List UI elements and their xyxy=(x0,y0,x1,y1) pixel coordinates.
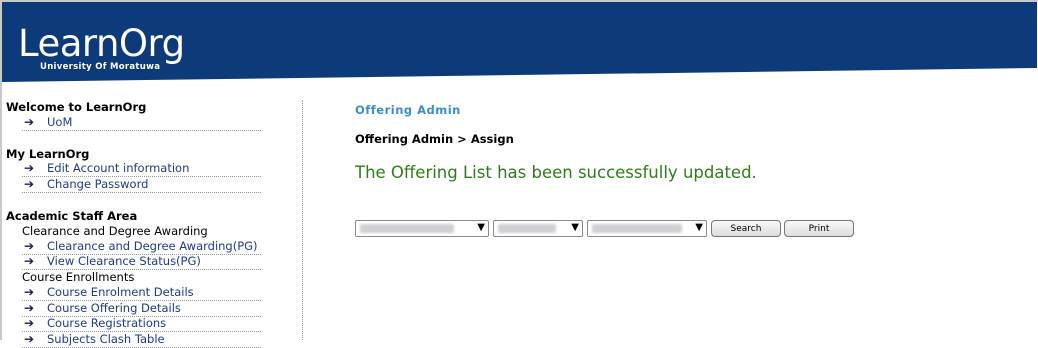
sidebar-group-enrollments: Course Enrollments xyxy=(22,270,135,284)
print-button[interactable]: Print xyxy=(784,220,854,237)
sidebar-link[interactable]: Course Registrations xyxy=(47,316,166,331)
sidebar-item-enrolment-details[interactable]: ➔ Course Enrolment Details xyxy=(22,285,261,301)
sidebar-link[interactable]: Course Enrolment Details xyxy=(47,285,194,300)
chevron-down-icon: ▼ xyxy=(695,222,703,233)
chevron-down-icon: ▼ xyxy=(477,222,485,233)
sidebar-link[interactable]: UoM xyxy=(47,115,72,130)
program-select[interactable]: ▼ xyxy=(355,220,489,237)
semester-select[interactable]: ▼ xyxy=(587,220,707,237)
success-message: The Offering List has been successfully … xyxy=(355,163,757,182)
sidebar-link[interactable]: View Clearance Status(PG) xyxy=(47,254,201,269)
sidebar-link[interactable]: Clearance and Degree Awarding(PG) xyxy=(47,239,258,254)
sidebar-item-edit-account[interactable]: ➔ Edit Account information xyxy=(22,161,261,177)
filter-controls: ▼ ▼ ▼ Search Print xyxy=(355,220,857,237)
sidebar-item-view-clearance[interactable]: ➔ View Clearance Status(PG) xyxy=(22,254,261,270)
site-header: LearnOrg University Of Moratuwa xyxy=(2,2,1037,84)
redacted-value xyxy=(592,224,682,233)
sidebar-link[interactable]: Course Offering Details xyxy=(47,301,181,316)
intake-select[interactable]: ▼ xyxy=(493,220,583,237)
sidebar-link[interactable]: Edit Account information xyxy=(47,161,189,176)
arrow-right-icon: ➔ xyxy=(24,285,35,300)
arrow-right-icon: ➔ xyxy=(24,254,35,269)
sidebar-item-change-password[interactable]: ➔ Change Password xyxy=(22,177,261,193)
logo-subtitle: University Of Moratuwa xyxy=(40,62,161,72)
arrow-right-icon: ➔ xyxy=(24,114,35,129)
column-divider xyxy=(302,100,303,340)
arrow-right-icon: ➔ xyxy=(24,238,35,253)
search-button[interactable]: Search xyxy=(711,220,781,237)
logo[interactable]: LearnOrg xyxy=(18,24,185,64)
sidebar-item-course-registrations[interactable]: ➔ Course Registrations xyxy=(22,316,261,332)
sidebar: Welcome to LearnOrg ➔ UoM My LearnOrg ➔ … xyxy=(6,100,268,348)
page-section-title: Offering Admin xyxy=(355,103,461,117)
redacted-value xyxy=(498,224,556,233)
redacted-value xyxy=(360,224,454,233)
arrow-right-icon: ➔ xyxy=(24,161,35,176)
sidebar-section-welcome: Welcome to LearnOrg xyxy=(6,100,147,114)
arrow-right-icon: ➔ xyxy=(24,176,35,191)
sidebar-link[interactable]: Subjects Clash Table xyxy=(47,332,165,347)
sidebar-item-clearance-pg[interactable]: ➔ Clearance and Degree Awarding(PG) xyxy=(22,239,261,255)
sidebar-link[interactable]: Change Password xyxy=(47,177,148,192)
chevron-down-icon: ▼ xyxy=(571,222,579,233)
sidebar-item-uom[interactable]: ➔ UoM xyxy=(22,115,261,131)
sidebar-section-my-learnorg: My LearnOrg xyxy=(6,146,90,161)
arrow-right-icon: ➔ xyxy=(24,300,35,315)
sidebar-section-academic: Academic Staff Area xyxy=(6,208,138,223)
arrow-right-icon: ➔ xyxy=(24,316,35,331)
sidebar-item-offering-details[interactable]: ➔ Course Offering Details xyxy=(22,301,261,317)
sidebar-group-clearance: Clearance and Degree Awarding xyxy=(22,223,208,238)
arrow-right-icon: ➔ xyxy=(24,331,35,346)
breadcrumb: Offering Admin > Assign xyxy=(355,132,514,146)
